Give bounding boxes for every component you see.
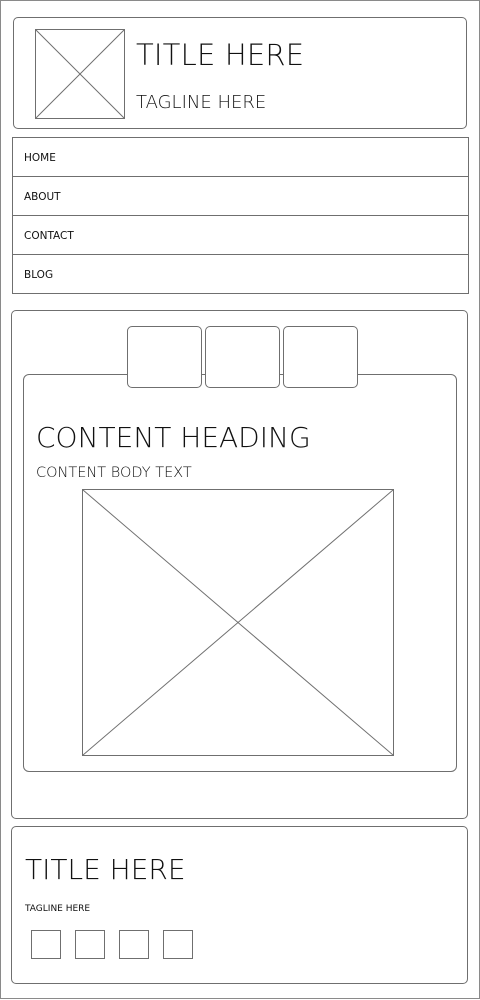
content-panel: CONTENT HEADING CONTENT BODY TEXT bbox=[23, 374, 457, 772]
nav-item-contact[interactable]: CONTACT bbox=[13, 216, 468, 255]
footer-title: TITLE HERE bbox=[25, 853, 186, 886]
nav-item-home[interactable]: HOME bbox=[13, 138, 468, 177]
site-header: TITLE HERE TAGLINE HERE bbox=[13, 17, 467, 129]
site-tagline: TAGLINE HERE bbox=[136, 92, 267, 113]
tab-2[interactable] bbox=[205, 326, 280, 388]
tab-3[interactable] bbox=[283, 326, 358, 388]
content-section: CONTENT HEADING CONTENT BODY TEXT bbox=[11, 310, 468, 819]
social-icon-1[interactable] bbox=[31, 930, 61, 959]
site-footer: TITLE HERE TAGLINE HERE bbox=[11, 826, 468, 984]
image-placeholder-icon bbox=[82, 489, 394, 756]
content-heading: CONTENT HEADING bbox=[36, 421, 311, 454]
social-icon-4[interactable] bbox=[163, 930, 193, 959]
social-icon-2[interactable] bbox=[75, 930, 105, 959]
image-placeholder-icon bbox=[35, 29, 125, 119]
site-title: TITLE HERE bbox=[136, 38, 305, 72]
nav-item-about[interactable]: ABOUT bbox=[13, 177, 468, 216]
tab-1[interactable] bbox=[127, 326, 202, 388]
footer-tagline: TAGLINE HERE bbox=[25, 904, 91, 914]
nav-menu: HOME ABOUT CONTACT BLOG bbox=[12, 137, 469, 294]
content-body-text: CONTENT BODY TEXT bbox=[36, 465, 192, 481]
nav-item-blog[interactable]: BLOG bbox=[13, 255, 468, 294]
social-icon-3[interactable] bbox=[119, 930, 149, 959]
